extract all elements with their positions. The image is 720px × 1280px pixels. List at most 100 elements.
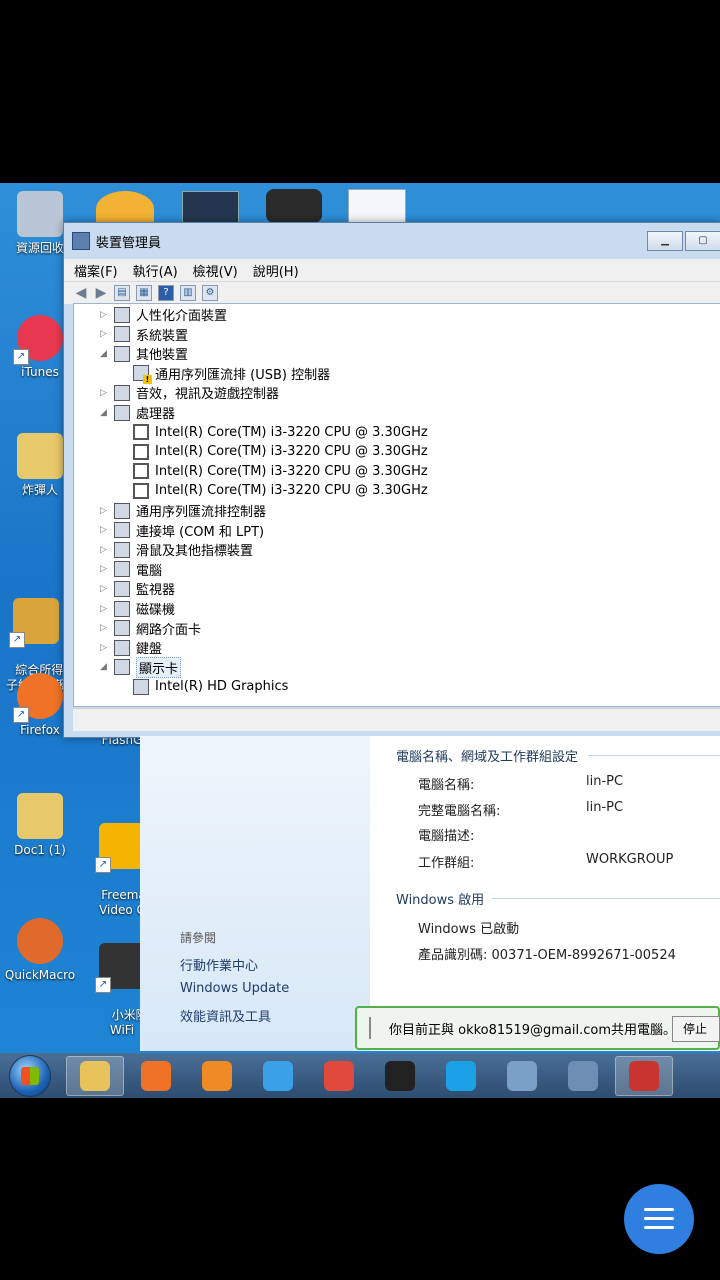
window-title: 裝置管理員: [96, 235, 162, 251]
expand-toggle-icon[interactable]: ▷: [100, 525, 110, 535]
expand-toggle-icon[interactable]: ◢: [100, 662, 110, 672]
audio-app-icon[interactable]: [182, 191, 239, 225]
tree-item[interactable]: Intel(R) Core(TM) i3-3220 CPU @ 3.30GHz: [119, 423, 428, 442]
expand-toggle-icon[interactable]: ▷: [100, 564, 110, 574]
drag-handle[interactable]: [369, 1017, 371, 1039]
taskbar: [0, 1053, 720, 1098]
tree-item[interactable]: Intel(R) HD Graphics: [119, 677, 288, 696]
taskbar-media-player[interactable]: [188, 1056, 246, 1096]
properties-icon[interactable]: ▤: [114, 285, 130, 301]
hid-icon: [114, 306, 130, 323]
tax-app-icon: ↗: [9, 598, 59, 648]
tree-item[interactable]: ▷ 音效，視訊及遊戲控制器: [100, 383, 279, 402]
monitor-icon: [114, 580, 130, 597]
link-performance-tools[interactable]: 效能資訊及工具: [180, 1006, 271, 1025]
usb-warning-icon: [133, 365, 152, 385]
tree-item-label: 磁碟機: [136, 603, 176, 618]
expand-toggle-icon[interactable]: ▷: [100, 623, 110, 633]
keyboard-icon: [114, 639, 130, 656]
nox-player-icon[interactable]: [266, 189, 322, 223]
toolbar: ◀ ▶ ▤ ▦ ? ▥ ⚙: [64, 281, 720, 304]
tree-item[interactable]: ◢ 其他裝置: [100, 344, 188, 363]
refresh-icon[interactable]: ▦: [136, 285, 152, 301]
tree-item[interactable]: ◢ 顯示卡: [100, 656, 182, 678]
expand-toggle-icon[interactable]: ◢: [100, 408, 110, 418]
speaker-icon: [114, 384, 130, 401]
word-doc-icon[interactable]: [348, 189, 406, 225]
tree-item[interactable]: ▷ 人性化介面裝置: [100, 305, 227, 324]
tree-item[interactable]: ▷ 通用序列匯流排控制器: [100, 501, 266, 520]
tree-item[interactable]: ▷ 電腦: [100, 560, 162, 579]
tree-item[interactable]: ▷ 磁碟機: [100, 599, 175, 618]
view-icon[interactable]: ▥: [180, 285, 196, 301]
expand-toggle-icon[interactable]: ▷: [100, 584, 110, 594]
minimize-button[interactable]: ▁: [647, 231, 683, 251]
expand-toggle-icon[interactable]: ▷: [100, 643, 110, 653]
tree-item[interactable]: 通用序列匯流排 (USB) 控制器: [119, 364, 330, 385]
forward-arrow-icon[interactable]: ▶: [94, 286, 108, 300]
expand-toggle-icon[interactable]: ▷: [100, 329, 110, 339]
device-tree[interactable]: ▷ 人性化介面裝置 ▷ 系統裝置 ◢ 其他裝置通用序列匯流排 (USB) 控制器 ▷ 音效，視…: [73, 303, 720, 707]
taskbar-system[interactable]: [554, 1056, 612, 1096]
tree-item[interactable]: ▷ 系統裝置: [100, 325, 188, 344]
desktop-icon-quickmacro[interactable]: QuickMacro: [4, 918, 76, 983]
tree-item[interactable]: ◢ 處理器: [100, 403, 175, 422]
menu-help[interactable]: 說明(H): [253, 261, 299, 280]
start-button[interactable]: [9, 1054, 51, 1097]
disk-icon: [114, 600, 130, 617]
tree-item-label: 連接埠 (COM 和 LPT): [136, 524, 265, 540]
nox-icon: [385, 1060, 415, 1091]
taskbar-skype[interactable]: [432, 1056, 490, 1096]
menu-action[interactable]: 執行(A): [133, 261, 178, 280]
window-titlebar[interactable]: 裝置管理員: [64, 223, 720, 259]
tree-item[interactable]: Intel(R) Core(TM) i3-3220 CPU @ 3.30GHz: [119, 481, 428, 500]
system-icon: [568, 1060, 598, 1091]
taskbar-explorer[interactable]: [66, 1055, 124, 1096]
expand-toggle-icon[interactable]: ▷: [100, 604, 110, 614]
tree-item-label: Intel(R) HD Graphics: [155, 679, 289, 695]
help-icon[interactable]: ?: [158, 285, 174, 301]
network-icon: [114, 620, 130, 637]
expand-toggle-icon[interactable]: ▷: [100, 388, 110, 398]
menu-bar: 檔案(F) 執行(A) 檢視(V) 說明(H): [64, 259, 720, 281]
device-manager-window: 裝置管理員 ▁ ▢ 檔案(F) 執行(A) 檢視(V) 說明(H) ◀ ▶ ▤ …: [63, 222, 720, 738]
desktop-icon-doc[interactable]: Doc1 (1): [4, 793, 76, 858]
section-activation: Windows 啟用: [396, 889, 720, 908]
link-action-center[interactable]: 行動作業中心: [180, 955, 258, 974]
tree-item[interactable]: ▷ 監視器: [100, 579, 175, 598]
back-arrow-icon[interactable]: ◀: [74, 286, 88, 300]
internet-explorer-icon: [263, 1060, 293, 1091]
stop-sharing-button[interactable]: 停止: [672, 1016, 720, 1042]
expand-toggle-icon[interactable]: ▷: [100, 545, 110, 555]
taskbar-nox[interactable]: [371, 1056, 429, 1096]
expand-toggle-icon[interactable]: ▷: [100, 310, 110, 320]
link-windows-update[interactable]: Windows Update: [180, 981, 289, 996]
tree-item[interactable]: ▷ 連接埠 (COM 和 LPT): [100, 521, 264, 540]
toolbox-icon: [629, 1060, 659, 1091]
tree-item[interactable]: ▷ 鍵盤: [100, 638, 162, 657]
menu-file[interactable]: 檔案(F): [74, 261, 118, 280]
tree-item[interactable]: Intel(R) Core(TM) i3-3220 CPU @ 3.30GHz: [119, 462, 428, 481]
taskbar-internet-explorer[interactable]: [249, 1056, 307, 1096]
maximize-button[interactable]: ▢: [685, 231, 720, 251]
taskbar-chrome[interactable]: [310, 1056, 368, 1096]
cpu-icon: [133, 443, 149, 460]
usb-icon: [114, 502, 130, 519]
field-label: 完整電腦名稱:: [418, 804, 501, 819]
tree-item[interactable]: ▷ 網路介面卡: [100, 619, 201, 638]
device-manager-icon: [72, 232, 90, 250]
share-notification: 你目前正與 okko81519@gmail.com共用電腦。 停止: [355, 1006, 720, 1050]
taskbar-toolbox[interactable]: [615, 1055, 673, 1096]
menu-fab-button[interactable]: [624, 1184, 694, 1254]
see-also-heading: 請參閱: [180, 931, 217, 945]
cpu-icon: [133, 482, 149, 499]
taskbar-remote[interactable]: [493, 1056, 551, 1096]
expand-toggle-icon[interactable]: ◢: [100, 349, 110, 359]
taskbar-firefox[interactable]: [127, 1056, 185, 1096]
tree-item[interactable]: ▷ 滑鼠及其他指標裝置: [100, 540, 253, 559]
menu-view[interactable]: 檢視(V): [193, 261, 238, 280]
tree-item-label: 滑鼠及其他指標裝置: [136, 544, 254, 560]
expand-toggle-icon[interactable]: ▷: [100, 506, 110, 516]
tree-item[interactable]: Intel(R) Core(TM) i3-3220 CPU @ 3.30GHz: [119, 442, 428, 461]
scan-hardware-icon[interactable]: ⚙: [202, 285, 218, 301]
